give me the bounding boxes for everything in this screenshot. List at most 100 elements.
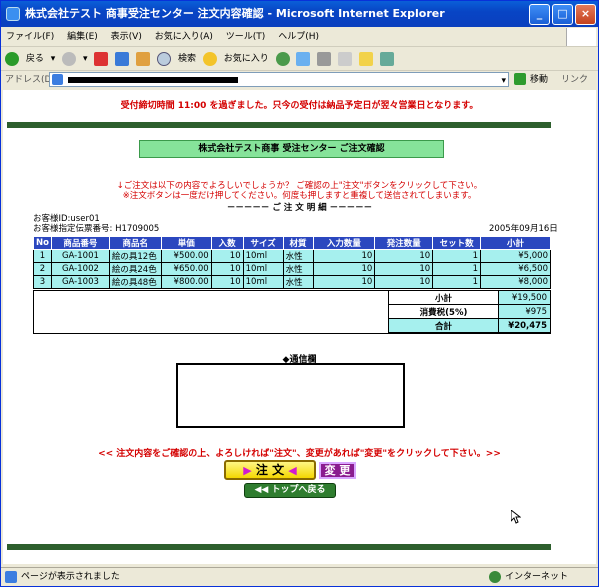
bottom-instruction: << 注文内容をご確認の上、よろしければ"注文"、変更があれば"変更"をクリック… (98, 449, 501, 459)
menu-tools[interactable]: ツール(T) (221, 27, 271, 47)
menu-favorites[interactable]: お気に入り(A) (150, 27, 218, 47)
edit-icon[interactable] (338, 52, 353, 66)
go-button[interactable]: 移動 (530, 71, 548, 89)
cell-qty-in: 10 (210, 275, 244, 289)
col-name: 商品名 (108, 236, 162, 250)
play-left-icon: ◀ (288, 464, 297, 477)
table-header-row: No 商品番号 商品名 単価 入数 サイズ 材質 入力数量 発注数量 セット数 … (33, 236, 551, 250)
cell-size: 10ml (242, 262, 284, 276)
zone-text: インターネット (505, 572, 569, 582)
back-icon[interactable] (5, 52, 19, 66)
col-order-qty: 発注数量 (374, 236, 434, 250)
rewind-icon: ◀◀ (254, 485, 269, 495)
col-qty-in: 入数 (210, 236, 244, 250)
cell-subtotal: ¥6,500 (480, 262, 551, 276)
title-bar: 株式会社テスト 商事受注センター 注文内容確認 - Microsoft Inte… (1, 1, 598, 27)
cell-input-qty: 10 (312, 262, 376, 276)
redacted-url (68, 77, 238, 83)
cell-size: 10ml (242, 275, 284, 289)
cell-code: GA-1003 (50, 275, 110, 289)
menu-view[interactable]: 表示(V) (106, 27, 147, 47)
go-arrow-icon[interactable] (514, 73, 526, 85)
messenger-icon[interactable] (379, 52, 394, 66)
slip-number: お客様指定伝票番号: H1709005 (33, 224, 160, 234)
col-no: No (33, 236, 52, 250)
address-input[interactable]: ▾ (49, 72, 509, 87)
col-code: 商品番号 (50, 236, 110, 250)
bottom-band (7, 544, 551, 550)
order-button[interactable]: ▶ 注 文 ◀ (224, 460, 316, 480)
back-to-top-button[interactable]: ◀◀ トップへ戻る (244, 483, 336, 498)
cell-material: 水性 (282, 249, 314, 263)
confirm-warning: ※注文ボタンは一度だけ押してください。何度も押しますと重複して送信されてしまいま… (122, 191, 477, 201)
stop-icon[interactable] (94, 52, 109, 66)
cell-name: 絵の具48色 (108, 275, 162, 289)
subtotal-value: ¥19,500 (498, 290, 551, 305)
total-value: ¥20,475 (498, 318, 551, 333)
cell-order-qty: 10 (374, 275, 434, 289)
search-icon[interactable] (157, 52, 172, 66)
status-text: ページが表示されました (21, 572, 120, 582)
col-sets: セット数 (432, 236, 482, 250)
internet-zone-icon (489, 571, 501, 583)
cell-no: 1 (33, 249, 52, 263)
cell-size: 10ml (242, 249, 284, 263)
col-subtotal: 小計 (480, 236, 551, 250)
refresh-icon[interactable] (115, 52, 130, 66)
play-icon: ▶ (243, 464, 252, 477)
history-icon[interactable] (275, 52, 290, 66)
cell-order-qty: 10 (374, 262, 434, 276)
mail-icon[interactable] (296, 52, 311, 66)
windows-logo-icon (566, 28, 596, 46)
cell-name: 絵の具12色 (108, 249, 162, 263)
cell-code: GA-1001 (50, 249, 110, 263)
tax-value: ¥975 (498, 304, 551, 319)
home-icon[interactable] (136, 52, 151, 66)
order-date: 2005年09月16日 (489, 224, 558, 234)
order-button-label: 注 文 (255, 463, 285, 477)
page-header: 株式会社テスト商事 受注センター ご注文確認 (139, 140, 444, 158)
favorites-button[interactable]: お気に入り (224, 47, 269, 71)
forward-icon[interactable] (62, 52, 77, 66)
cell-subtotal: ¥5,000 (480, 249, 551, 263)
menu-edit[interactable]: 編集(E) (62, 27, 103, 47)
cell-sets: 1 (432, 262, 482, 276)
back-dropdown-icon[interactable]: ▾ (51, 47, 56, 71)
col-size: サイズ (242, 236, 284, 250)
address-dropdown-icon[interactable]: ▾ (501, 72, 506, 90)
cell-order-qty: 10 (374, 249, 434, 263)
cell-code: GA-1002 (50, 262, 110, 276)
table-row: 3 GA-1003 絵の具48色 ¥800.00 10 10ml 水性 10 1… (33, 275, 551, 289)
page-icon (52, 74, 63, 85)
cell-no: 3 (33, 275, 52, 289)
cell-input-qty: 10 (312, 249, 376, 263)
cutoff-notice: 受付締切時間 11:00 を過ぎました。只今の受付は納品予定日が翌々営業日となり… (120, 101, 479, 111)
links-label[interactable]: リンク (561, 71, 588, 89)
status-bar: ページが表示されました インターネット (1, 567, 598, 586)
subtotal-label: 小計 (388, 290, 499, 305)
comment-box[interactable] (176, 363, 405, 428)
col-material: 材質 (282, 236, 314, 250)
back-button[interactable]: 戻る (26, 47, 44, 71)
close-button[interactable]: × (575, 4, 596, 25)
menu-file[interactable]: ファイル(F) (1, 27, 59, 47)
change-button[interactable]: 変 更 (319, 462, 356, 479)
print-icon[interactable] (317, 52, 332, 66)
minimize-button[interactable]: _ (529, 4, 550, 25)
table-row: 1 GA-1001 絵の具12色 ¥500.00 10 10ml 水性 10 1… (33, 249, 551, 263)
menu-bar: ファイル(F) 編集(E) 表示(V) お気に入り(A) ツール(T) ヘルプ(… (1, 27, 598, 47)
mouse-cursor-icon (511, 510, 521, 524)
toolbar: 戻る ▾ ▾ 検索 お気に入り (1, 47, 598, 71)
maximize-button[interactable]: □ (552, 4, 573, 25)
col-input-qty: 入力数量 (312, 236, 376, 250)
search-button[interactable]: 検索 (178, 47, 196, 71)
browser-window: 株式会社テスト 商事受注センター 注文内容確認 - Microsoft Inte… (0, 0, 599, 587)
cell-sets: 1 (432, 249, 482, 263)
table-row: 2 GA-1002 絵の具24色 ¥650.00 10 10ml 水性 10 1… (33, 262, 551, 276)
folder-icon[interactable] (359, 52, 374, 66)
menu-help[interactable]: ヘルプ(H) (273, 27, 324, 47)
cell-input-qty: 10 (312, 275, 376, 289)
favorites-star-icon[interactable] (202, 52, 217, 66)
back-to-top-label: トップへ戻る (271, 485, 326, 495)
forward-dropdown-icon[interactable]: ▾ (83, 47, 88, 71)
